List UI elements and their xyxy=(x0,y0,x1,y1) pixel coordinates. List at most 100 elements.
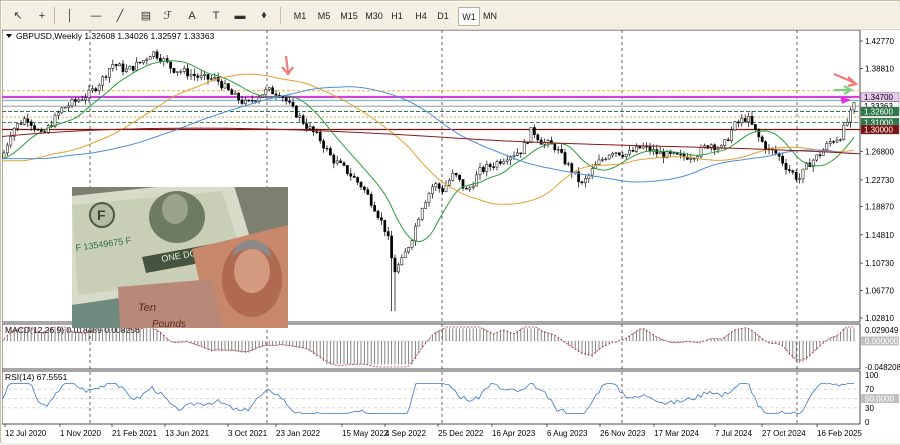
candle-body xyxy=(257,96,261,102)
candle-body xyxy=(431,186,434,194)
level-price-label-text: 1.30000 xyxy=(864,126,893,135)
time-axis-label: 25 Dec 2022 xyxy=(438,429,484,438)
timeframe-h1-button[interactable]: H1 xyxy=(388,7,406,24)
toolbar-separator xyxy=(54,7,55,24)
horizontal-line-tool-icon[interactable]: — xyxy=(86,6,106,25)
text-tool-icon[interactable]: A xyxy=(182,6,202,25)
candle-body xyxy=(346,165,349,174)
candle-body xyxy=(288,100,291,103)
candle-body xyxy=(179,71,183,73)
timeframe-m1-button[interactable]: M1 xyxy=(291,7,309,24)
candle-body xyxy=(815,154,818,161)
candle-body xyxy=(482,166,485,172)
candle-body xyxy=(104,76,108,78)
candle-body xyxy=(274,93,278,96)
candle-body xyxy=(733,121,737,131)
candle-body xyxy=(570,163,574,174)
candle-body xyxy=(128,65,132,70)
timeframe-d1-button[interactable]: D1 xyxy=(434,7,452,24)
trendline-tool-icon[interactable]: ╱ xyxy=(110,6,130,25)
candle-body xyxy=(108,68,111,78)
timeframe-m30-button[interactable]: M30 xyxy=(364,7,384,24)
candle-body xyxy=(842,124,846,140)
candle-body xyxy=(526,142,529,144)
candle-body xyxy=(618,152,621,156)
candle-body xyxy=(828,141,832,144)
candle-body xyxy=(383,219,387,232)
candle-body xyxy=(621,154,625,157)
candle-body xyxy=(267,87,271,90)
candle-body xyxy=(764,141,767,151)
vertical-line-tool-icon[interactable]: │ xyxy=(60,6,80,25)
cursor-tool-icon[interactable]: ↖ xyxy=(8,6,28,25)
candle-body xyxy=(760,136,764,142)
time-axis-label: 21 Feb 2021 xyxy=(112,429,157,438)
candle-body xyxy=(417,218,421,227)
timeframe-h4-button[interactable]: H4 xyxy=(412,7,430,24)
candle-body xyxy=(349,173,353,177)
candle-body xyxy=(754,124,757,130)
candle-body xyxy=(84,97,87,101)
candle-body xyxy=(495,161,499,168)
macd-tick-label: 0.029049 xyxy=(865,326,899,335)
candle-body xyxy=(567,163,570,165)
candle-body xyxy=(148,56,152,60)
candle-body xyxy=(335,160,339,164)
candle-body xyxy=(774,149,778,154)
candle-body xyxy=(366,189,370,195)
price-tick-label: 1.42770 xyxy=(865,37,894,46)
crosshair-tool-icon[interactable]: + xyxy=(32,6,52,25)
price-tick-label: 1.26800 xyxy=(865,148,894,157)
time-axis-label: 16 Feb 2025 xyxy=(817,429,862,438)
candle-body xyxy=(441,188,444,192)
candle-body xyxy=(512,155,516,157)
chart-area[interactable]: 1.42770 1.38810 1.26800 1.22730 1.18870 1.148… xyxy=(1,29,900,443)
candle-body xyxy=(672,152,676,154)
candle-body xyxy=(451,172,455,181)
candle-body xyxy=(492,166,495,168)
time-axis-label: 16 Apr 2023 xyxy=(492,429,536,438)
level-price-label-text: 1.32600 xyxy=(864,107,893,116)
candle-body xyxy=(784,163,788,170)
candle-body xyxy=(342,162,346,166)
label-tool-icon[interactable]: T xyxy=(206,6,226,25)
candle-body xyxy=(169,61,172,69)
candle-body xyxy=(560,149,563,153)
rsi-tick-label: 70 xyxy=(865,385,874,394)
price-tick-label: 1.10730 xyxy=(865,259,894,268)
candle-body xyxy=(465,187,468,190)
candle-body xyxy=(519,152,523,155)
candle-body xyxy=(839,139,842,141)
candle-body xyxy=(152,51,155,57)
timeframe-m15-button[interactable]: M15 xyxy=(338,7,360,24)
fibonacci-tool-icon[interactable]: ℱ xyxy=(158,6,178,25)
candle-body xyxy=(376,210,380,218)
candle-body xyxy=(475,174,478,187)
candle-body xyxy=(743,118,747,122)
candle-body xyxy=(458,174,461,180)
candle-body xyxy=(747,116,750,122)
level-price-label: 1.30000 xyxy=(860,124,900,135)
candle-body xyxy=(237,92,240,101)
rectangle-tool-icon[interactable]: ▬ xyxy=(230,6,250,25)
candle-body xyxy=(206,74,210,80)
candle-body xyxy=(291,102,295,107)
candle-body xyxy=(369,194,373,206)
candle-body xyxy=(250,100,254,102)
candle-body xyxy=(601,159,604,161)
macd-tick-label: 0.000000 xyxy=(865,337,899,346)
candle-body xyxy=(454,172,458,176)
candle-body xyxy=(325,147,329,150)
timeframe-w1-button[interactable]: W1 xyxy=(458,7,480,26)
candle-body xyxy=(203,74,206,76)
candle-body xyxy=(499,161,502,164)
candle-body xyxy=(111,64,115,69)
channel-tool-icon[interactable]: ▤ xyxy=(136,6,156,25)
timeframe-m5-button[interactable]: M5 xyxy=(314,7,334,24)
candle-body xyxy=(172,68,176,73)
time-axis-label: 13 Jun 2021 xyxy=(165,429,210,438)
candle-body xyxy=(794,172,798,180)
candle-body xyxy=(818,154,822,156)
timeframe-mn-button[interactable]: MN xyxy=(480,7,500,24)
shapes-tool-icon[interactable]: ⬧ xyxy=(254,6,274,25)
